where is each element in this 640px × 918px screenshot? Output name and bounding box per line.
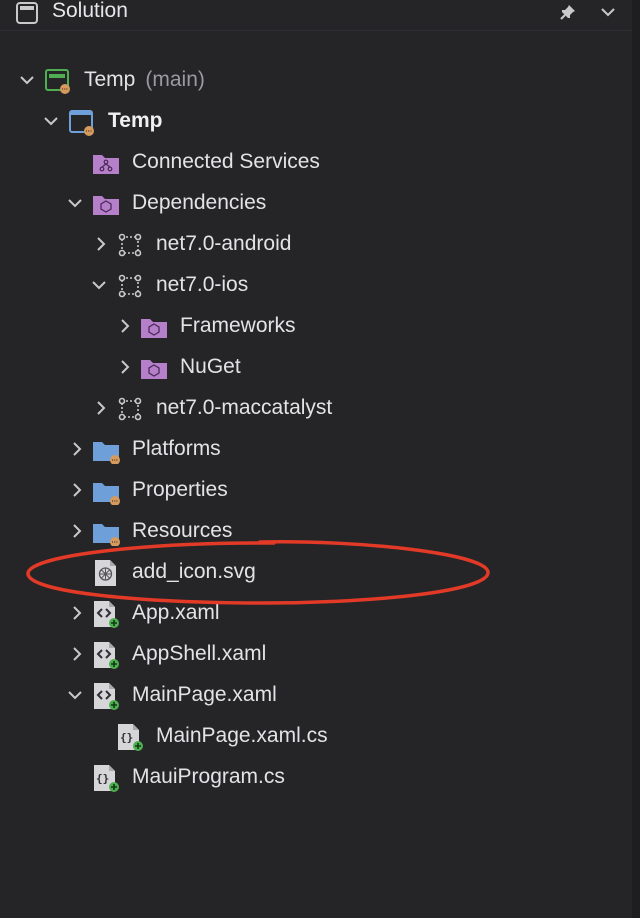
tree-item-project[interactable]: Temp <box>0 101 632 142</box>
tree-item-mainpage-xaml[interactable]: MainPage.xaml <box>0 675 632 716</box>
tree-item-label: MainPage.xaml <box>132 683 277 706</box>
tree-item-label: net7.0-maccatalyst <box>156 396 333 419</box>
tree-item-net7-maccatalyst[interactable]: net7.0-maccatalyst <box>0 388 632 429</box>
tree-item-solution[interactable]: Temp (main) <box>0 60 632 101</box>
tree-item-mauiprogram-cs[interactable]: {} MauiProgram.cs <box>0 757 632 798</box>
tree-item-label: NuGet <box>180 355 241 378</box>
tree-item-label: MainPage.xaml.cs <box>156 724 328 747</box>
tree-item-net7-android[interactable]: net7.0-android <box>0 224 632 265</box>
chevron-down-icon[interactable] <box>92 278 106 292</box>
tree-item-nuget[interactable]: NuGet <box>0 347 632 388</box>
solution-pad-header: Solution <box>0 0 640 28</box>
header-divider <box>0 30 640 31</box>
tree-item-mainpage-xaml-cs[interactable]: {} MainPage.xaml.cs <box>0 716 632 757</box>
svg-text:{}: {} <box>120 731 133 744</box>
branch-label: (main) <box>145 68 205 91</box>
chevron-right-icon[interactable] <box>70 483 84 497</box>
pad-edge <box>632 0 640 918</box>
target-framework-icon <box>116 395 144 423</box>
chevron-down-icon[interactable] <box>68 688 82 702</box>
tree-item-label: Properties <box>132 478 228 501</box>
chevron-right-icon[interactable] <box>118 360 132 374</box>
pin-icon[interactable] <box>560 4 576 20</box>
tree-item-label: Connected Services <box>132 150 320 173</box>
chevron-right-icon[interactable] <box>70 524 84 538</box>
project-icon <box>68 108 96 136</box>
tree-item-frameworks[interactable]: Frameworks <box>0 306 632 347</box>
tree-item-label: Temp <box>84 68 136 91</box>
tree-item-app-xaml[interactable]: App.xaml <box>0 593 632 634</box>
tree-item-platforms[interactable]: Platforms <box>0 429 632 470</box>
target-framework-icon <box>116 231 144 259</box>
tree-item-label: AppShell.xaml <box>132 642 267 665</box>
solution-icon <box>44 67 72 95</box>
folder-icon <box>92 477 120 505</box>
tree-item-properties[interactable]: Properties <box>0 470 632 511</box>
frameworks-folder-icon <box>140 313 168 341</box>
svg-file-icon <box>92 559 120 587</box>
tree-item-resources[interactable]: Resources <box>0 511 632 552</box>
chevron-right-icon[interactable] <box>70 647 84 661</box>
xaml-file-icon <box>92 600 120 628</box>
solution-pad-icon <box>16 2 38 24</box>
tree-item-label: MauiProgram.cs <box>132 765 285 788</box>
folder-icon <box>92 436 120 464</box>
chevron-right-icon[interactable] <box>70 606 84 620</box>
chevron-right-icon[interactable] <box>94 237 108 251</box>
target-framework-icon <box>116 272 144 300</box>
nuget-folder-icon <box>140 354 168 382</box>
chevron-down-icon[interactable] <box>68 196 82 210</box>
tree-item-appshell-xaml[interactable]: AppShell.xaml <box>0 634 632 675</box>
tree-item-label: App.xaml <box>132 601 220 624</box>
xaml-file-icon <box>92 682 120 710</box>
tree-item-label: add_icon.svg <box>132 560 256 583</box>
chevron-down-icon[interactable] <box>44 114 58 128</box>
chevron-down-icon[interactable] <box>600 6 616 18</box>
tree-item-add-icon-svg[interactable]: add_icon.svg <box>0 552 632 593</box>
tree-item-label: Platforms <box>132 437 221 460</box>
chevron-right-icon[interactable] <box>94 401 108 415</box>
tree-item-label: Temp <box>108 109 163 132</box>
chevron-down-icon[interactable] <box>20 73 34 87</box>
chevron-right-icon[interactable] <box>118 319 132 333</box>
folder-icon <box>92 518 120 546</box>
csharp-file-icon: {} <box>116 723 144 751</box>
tree-item-dependencies[interactable]: Dependencies <box>0 183 632 224</box>
tree-item-net7-ios[interactable]: net7.0-ios <box>0 265 632 306</box>
connected-services-folder-icon <box>92 149 120 177</box>
tree-item-connected-services[interactable]: Connected Services <box>0 142 632 183</box>
tree-item-label: Dependencies <box>132 191 267 214</box>
tree-item-label: net7.0-ios <box>156 273 249 296</box>
tree-item-label: net7.0-android <box>156 232 292 255</box>
tree-item-label: Frameworks <box>180 314 296 337</box>
chevron-right-icon[interactable] <box>70 442 84 456</box>
dependencies-folder-icon <box>92 190 120 218</box>
tree-item-label: Resources <box>132 519 233 542</box>
svg-text:{}: {} <box>96 772 109 785</box>
xaml-file-icon <box>92 641 120 669</box>
csharp-file-icon: {} <box>92 764 120 792</box>
pad-title: Solution <box>52 0 128 22</box>
